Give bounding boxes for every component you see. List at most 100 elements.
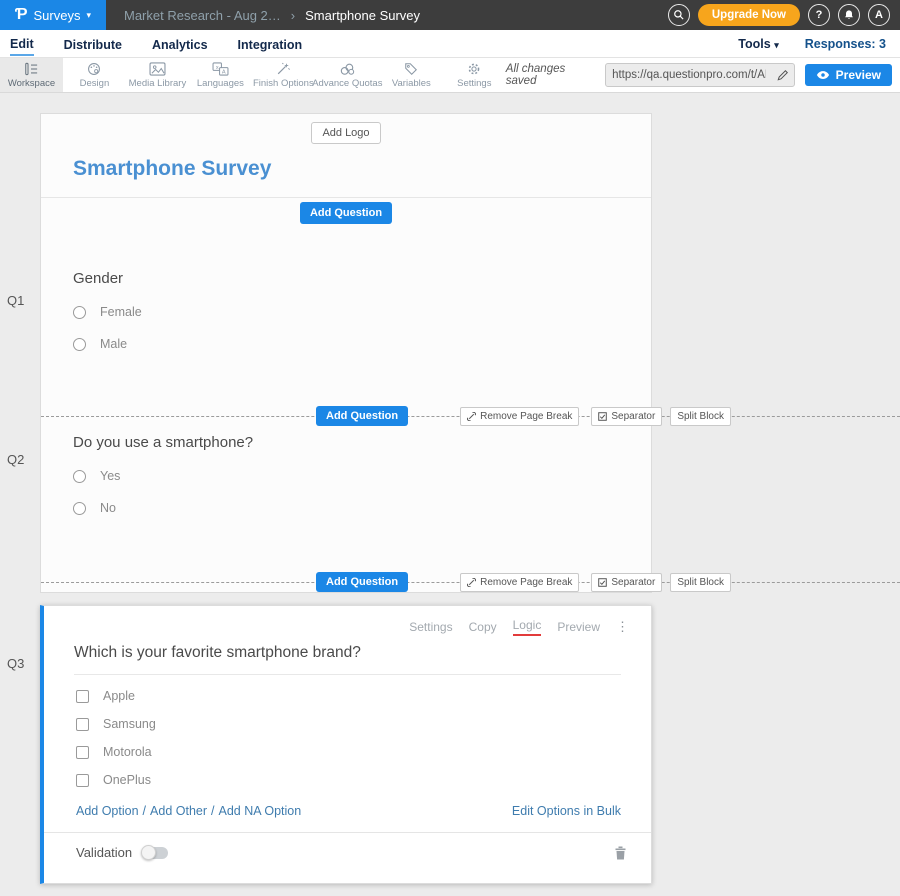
search-button[interactable] bbox=[668, 4, 690, 26]
gear-icon bbox=[466, 62, 482, 76]
notifications-button[interactable] bbox=[838, 4, 860, 26]
answer-option-row: Motorola bbox=[76, 745, 651, 759]
tab-analytics[interactable]: Analytics bbox=[152, 33, 208, 55]
svg-text:A: A bbox=[222, 69, 226, 75]
checkbox[interactable] bbox=[76, 746, 89, 759]
topnav-actions: Upgrade Now ? A bbox=[668, 4, 900, 26]
toolbar-item-advance-quotas[interactable]: Advance Quotas bbox=[315, 58, 380, 92]
answer-option-row: Apple bbox=[76, 689, 651, 703]
question-settings-button[interactable]: Settings bbox=[409, 620, 452, 634]
tag-icon bbox=[403, 62, 419, 76]
add-question-button[interactable]: Add Question bbox=[300, 202, 392, 224]
checkbox[interactable] bbox=[76, 774, 89, 787]
toolbar-item-media-library[interactable]: Media Library bbox=[126, 58, 189, 92]
survey-header: Add Logo Smartphone Survey bbox=[41, 114, 651, 198]
answer-option-row: Samsung bbox=[76, 717, 651, 731]
answer-option-row: No bbox=[73, 501, 651, 515]
add-question-button[interactable]: Add Question bbox=[316, 572, 408, 592]
question-text-q1[interactable]: Gender bbox=[73, 270, 651, 287]
breadcrumb-separator-icon: › bbox=[291, 8, 295, 23]
option-label[interactable]: OnePlus bbox=[103, 773, 151, 787]
tab-edit[interactable]: Edit bbox=[10, 32, 34, 56]
kebab-menu-icon[interactable]: ⋮ bbox=[616, 619, 629, 635]
breadcrumb-survey-name[interactable]: Smartphone Survey bbox=[305, 8, 420, 23]
answer-option-row: Male bbox=[73, 337, 651, 351]
radio-button[interactable] bbox=[73, 502, 86, 515]
survey-title[interactable]: Smartphone Survey bbox=[73, 157, 651, 181]
question-logic-button[interactable]: Logic bbox=[513, 618, 542, 636]
question-number-q2: Q2 bbox=[7, 452, 24, 467]
edit-url-button[interactable] bbox=[772, 63, 794, 87]
breadcrumb-folder[interactable]: Market Research - Aug 2… bbox=[124, 8, 281, 23]
checkbox[interactable] bbox=[76, 690, 89, 703]
broken-link-icon bbox=[467, 412, 476, 421]
option-label[interactable]: No bbox=[100, 501, 116, 515]
tab-integration[interactable]: Integration bbox=[238, 33, 303, 55]
validation-label: Validation bbox=[76, 845, 132, 860]
question-copy-button[interactable]: Copy bbox=[469, 620, 497, 634]
survey-editor-canvas: Q1 Q2 Q3 Add Logo Smartphone Survey Add … bbox=[0, 113, 900, 896]
chain-links-icon bbox=[339, 62, 356, 76]
svg-text:x: x bbox=[216, 64, 219, 70]
option-label[interactable]: Motorola bbox=[103, 745, 152, 759]
toolbar-item-languages[interactable]: xA Languages bbox=[189, 58, 252, 92]
add-option-link[interactable]: Add Option bbox=[76, 804, 139, 818]
help-button[interactable]: ? bbox=[808, 4, 830, 26]
validation-toggle[interactable] bbox=[142, 847, 168, 859]
eye-icon bbox=[816, 70, 830, 80]
option-label[interactable]: Samsung bbox=[103, 717, 156, 731]
workspace-icon bbox=[22, 62, 40, 76]
question-text-q2[interactable]: Do you use a smartphone? bbox=[73, 434, 651, 451]
question-number-q3: Q3 bbox=[7, 656, 24, 671]
split-block-button[interactable]: Split Block bbox=[670, 573, 731, 592]
app-logo[interactable]: Ƥ Surveys ▾ bbox=[0, 0, 106, 30]
design-palette-icon bbox=[86, 62, 102, 76]
separator-button[interactable]: Separator bbox=[591, 407, 662, 426]
media-library-icon bbox=[149, 62, 166, 76]
checked-box-icon bbox=[598, 412, 607, 421]
surveys-menu-label: Surveys bbox=[34, 8, 81, 23]
account-avatar[interactable]: A bbox=[868, 4, 890, 26]
toolbar-item-settings[interactable]: Settings bbox=[443, 58, 506, 92]
toolbar-item-variables[interactable]: Variables bbox=[380, 58, 443, 92]
breadcrumb: Market Research - Aug 2… › Smartphone Su… bbox=[124, 8, 420, 23]
option-label[interactable]: Yes bbox=[100, 469, 120, 483]
tab-distribute[interactable]: Distribute bbox=[64, 33, 122, 55]
add-logo-button[interactable]: Add Logo bbox=[311, 122, 380, 144]
answer-option-row: Female bbox=[73, 305, 651, 319]
radio-button[interactable] bbox=[73, 306, 86, 319]
preview-button[interactable]: Preview bbox=[805, 64, 892, 86]
radio-button[interactable] bbox=[73, 470, 86, 483]
section-tabs: Edit Distribute Analytics Integration To… bbox=[0, 30, 900, 57]
editor-toolbar: Workspace Design Media Library xA Langua… bbox=[0, 57, 900, 93]
edit-options-in-bulk-link[interactable]: Edit Options in Bulk bbox=[512, 804, 621, 818]
broken-link-icon bbox=[467, 578, 476, 587]
top-navbar: Ƥ Surveys ▾ Market Research - Aug 2… › S… bbox=[0, 0, 900, 30]
option-label[interactable]: Female bbox=[100, 305, 142, 319]
search-icon bbox=[673, 9, 685, 21]
survey-url-input[interactable] bbox=[606, 69, 772, 81]
add-na-option-link[interactable]: Add NA Option bbox=[219, 804, 302, 818]
toolbar-item-design[interactable]: Design bbox=[63, 58, 126, 92]
add-question-button[interactable]: Add Question bbox=[316, 406, 408, 426]
remove-page-break-button[interactable]: Remove Page Break bbox=[460, 573, 579, 592]
checkbox[interactable] bbox=[76, 718, 89, 731]
option-label[interactable]: Apple bbox=[103, 689, 135, 703]
delete-question-button[interactable] bbox=[614, 845, 627, 860]
radio-button[interactable] bbox=[73, 338, 86, 351]
separator-button[interactable]: Separator bbox=[591, 573, 662, 592]
option-label[interactable]: Male bbox=[100, 337, 127, 351]
add-other-link[interactable]: Add Other bbox=[150, 804, 207, 818]
question-text-q3[interactable]: Which is your favorite smartphone brand? bbox=[74, 644, 621, 675]
toolbar-item-workspace[interactable]: Workspace bbox=[0, 58, 63, 92]
pencil-icon bbox=[777, 69, 789, 81]
tools-menu[interactable]: Tools ▾ bbox=[738, 37, 778, 51]
remove-page-break-button[interactable]: Remove Page Break bbox=[460, 407, 579, 426]
split-block-button[interactable]: Split Block bbox=[670, 407, 731, 426]
toolbar-item-finish-options[interactable]: Finish Options bbox=[252, 58, 315, 92]
upgrade-now-button[interactable]: Upgrade Now bbox=[698, 4, 800, 26]
avatar-letter: A bbox=[875, 9, 883, 21]
question-preview-button[interactable]: Preview bbox=[557, 620, 600, 634]
responses-count[interactable]: Responses: 3 bbox=[805, 37, 886, 51]
question-toolbar: Settings Copy Logic Preview ⋮ bbox=[44, 606, 651, 636]
